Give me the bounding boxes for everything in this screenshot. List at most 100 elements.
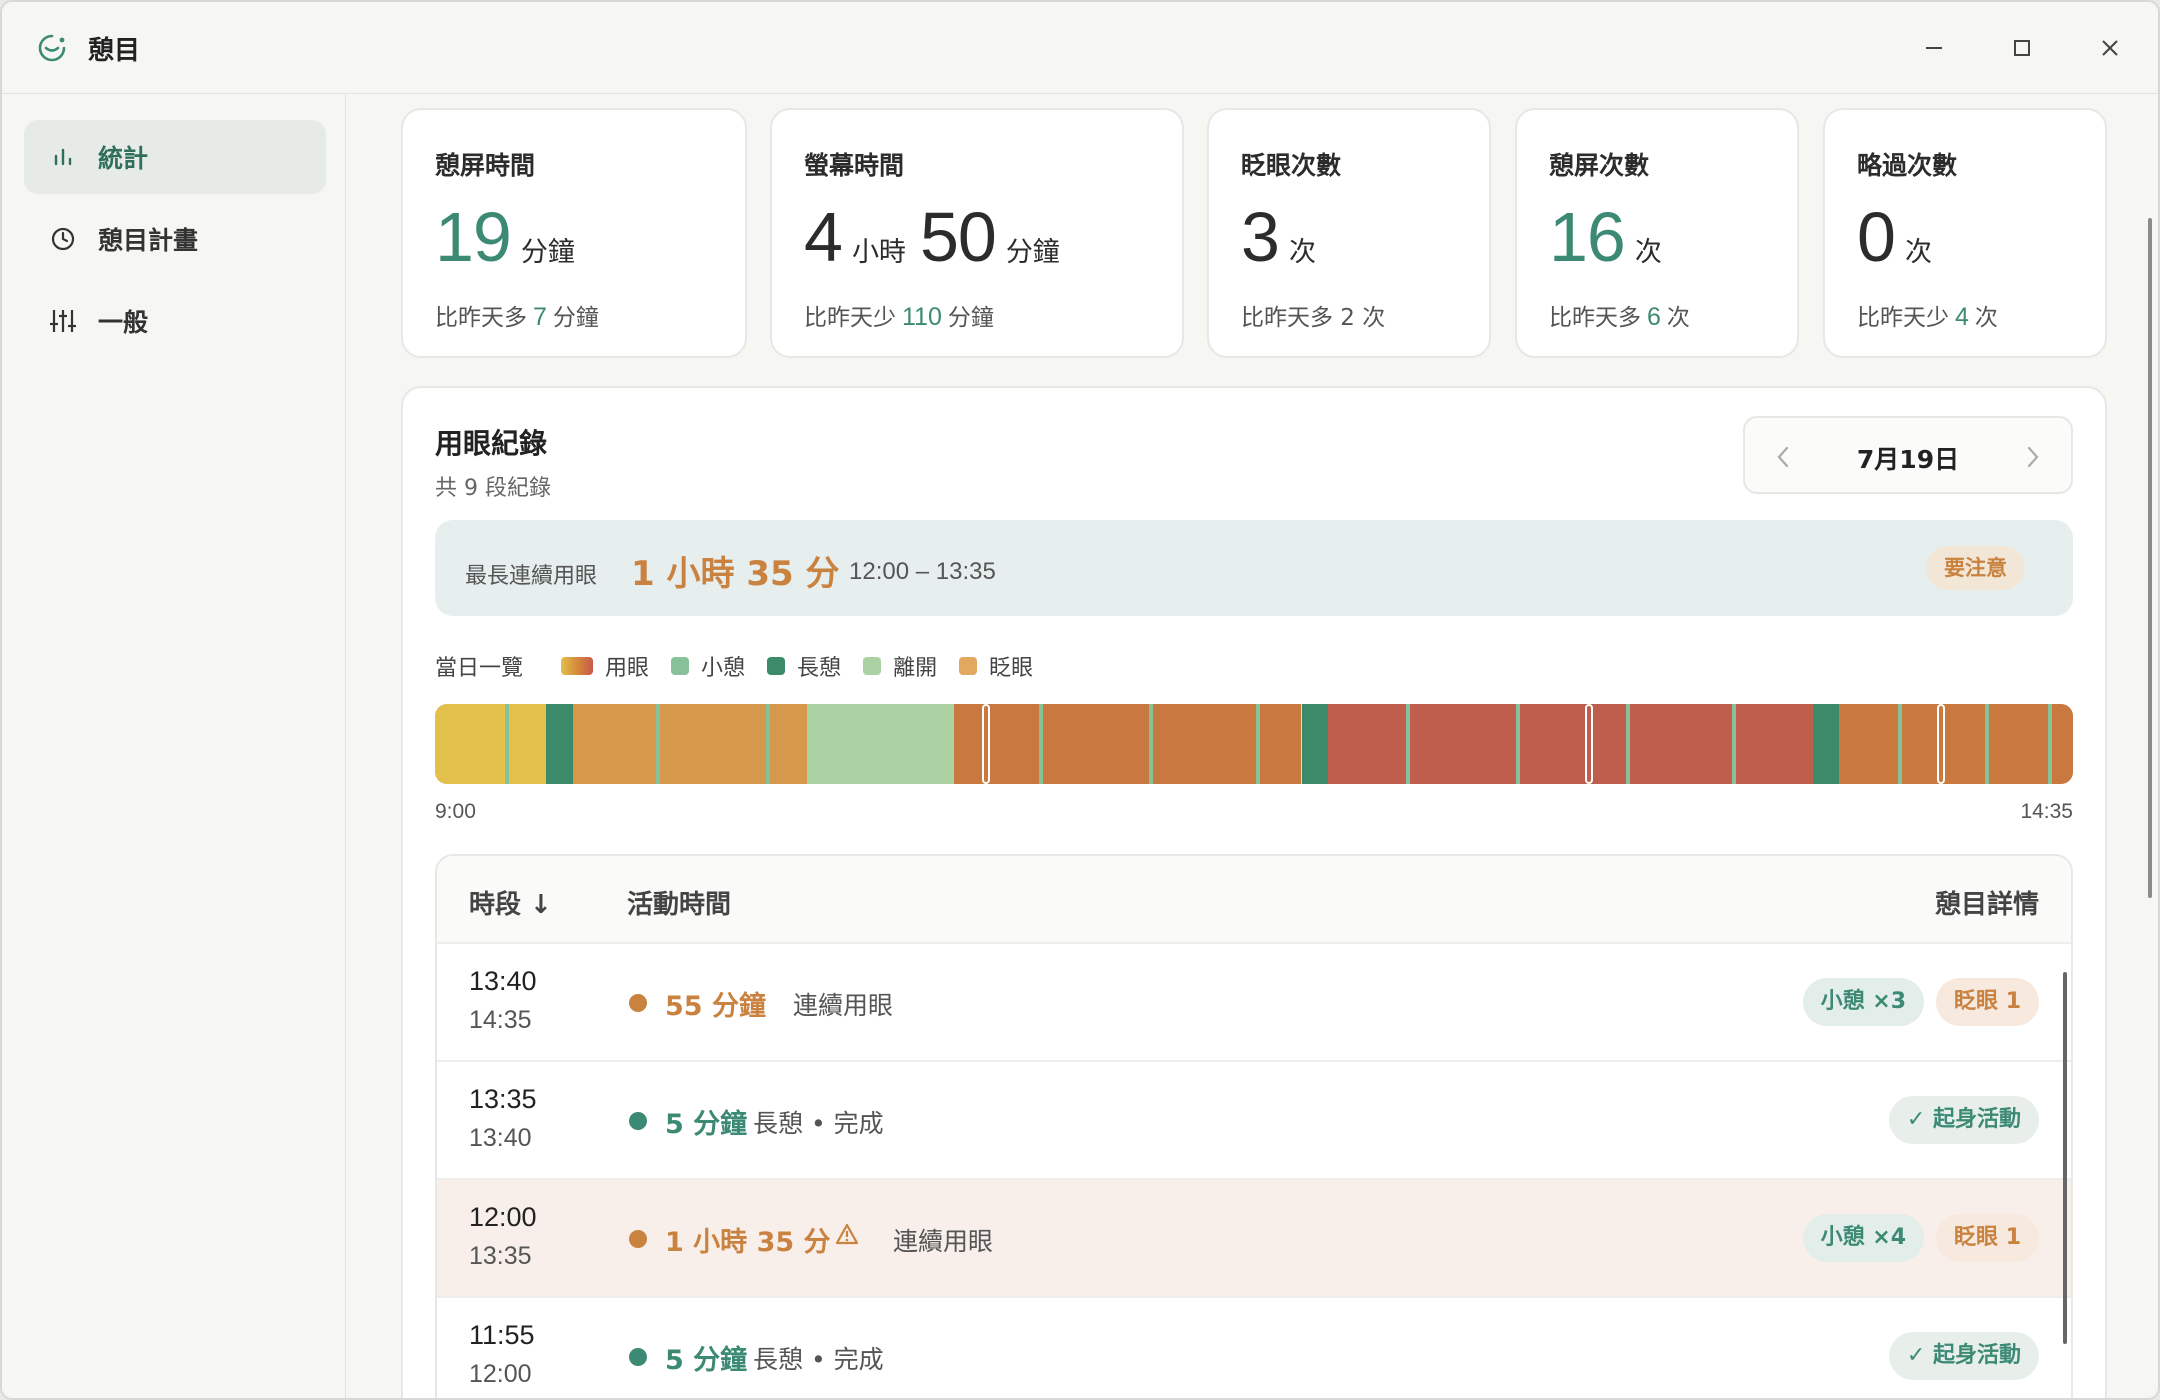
app-title: 憩目 <box>88 36 141 66</box>
timeline-short-rest <box>765 704 770 784</box>
timeline-short-rest <box>1255 704 1260 784</box>
stat-title: 眨眼次數 <box>1241 151 1342 180</box>
stat-value: 16 次 <box>1549 202 1676 272</box>
timeline-short-rest <box>1406 704 1411 784</box>
stat-number: 16 <box>1549 198 1626 276</box>
stat-unit: 次 <box>1634 237 1662 268</box>
title-bar: 憩目 <box>2 2 2158 94</box>
timeline-short-rest <box>1149 704 1154 784</box>
close-icon[interactable] <box>2086 24 2134 72</box>
legend-item-blink: 眨眼 <box>959 650 1033 682</box>
compare-unit: 分鐘 <box>947 305 994 331</box>
sidebar-item-label: 憩目計畫 <box>98 226 199 255</box>
table-row[interactable]: 13:35 13:40 5 分鐘 長憩 • 完成 ✓ 起身活動 <box>437 1062 2071 1180</box>
row-description: 長憩 • 完成 <box>753 1109 884 1138</box>
stat-number: 0 <box>1857 198 1896 276</box>
legend-label: 用眼 <box>605 656 650 681</box>
compare-unit: 分鐘 <box>552 305 599 331</box>
longest-value: 1 小時 35 分 <box>631 554 840 594</box>
sidebar-item-stats[interactable]: 統計 <box>24 120 326 194</box>
table-row[interactable]: 12:00 13:35 1 小時 35 分 連續用眼 小憩 ×4 眨眼 1 <box>437 1180 2071 1298</box>
stat-compare: 比昨天多 2 次 <box>1241 305 1386 331</box>
maximize-icon[interactable] <box>1998 24 2046 72</box>
main-content: 憩屏時間 19 分鐘 比昨天多 7 分鐘 螢幕時間 4 小時 50 分鐘 比昨天少 1… <box>347 94 2158 1398</box>
timeline-segment-long-rest <box>1812 704 1839 784</box>
row-end-time: 13:40 <box>469 1124 532 1152</box>
compare-prefix: 比昨天多 <box>1549 305 1641 331</box>
sidebar-item-plan[interactable]: 憩目計畫 <box>24 202 326 276</box>
column-header-activity: 活動時間 <box>627 890 732 920</box>
timeline-start-time: 9:00 <box>435 800 476 823</box>
legend-label: 眨眼 <box>989 656 1034 681</box>
date-navigator: 7月19日 <box>1743 416 2073 494</box>
table-row[interactable]: 13:40 14:35 55 分鐘 連續用眼 小憩 ×3 眨眼 1 <box>437 944 2071 1062</box>
row-start-time: 11:55 <box>469 1320 535 1350</box>
compare-value: 7 <box>533 303 547 331</box>
row-description: 連續用眼 <box>893 1227 994 1256</box>
stat-title: 憩屏時間 <box>435 151 536 180</box>
status-dot <box>629 1112 647 1130</box>
row-start-time: 12:00 <box>469 1202 537 1232</box>
compare-prefix: 比昨天少 <box>804 305 896 331</box>
main-scrollbar[interactable] <box>2148 218 2152 898</box>
warning-badge: 要注意 <box>1926 546 2025 590</box>
table-row[interactable]: 11:55 12:00 5 分鐘 長憩 • 完成 ✓ 起身活動 <box>437 1298 2071 1398</box>
record-subtitle: 共 9 段紀錄 <box>435 476 551 501</box>
timeline-segment-use <box>1327 704 1813 784</box>
timeline-short-rest <box>1516 704 1521 784</box>
stat-value: 3 次 <box>1241 202 1330 272</box>
longest-usage-banner: 最長連續用眼 1 小時 35 分 12:00 – 13:35 要注意 <box>435 520 2073 616</box>
stat-hours: 4 <box>804 198 843 276</box>
row-badges: 小憩 ×4 眨眼 1 <box>1802 1214 2039 1262</box>
legend-swatch <box>959 657 978 675</box>
record-title: 用眼紀錄 <box>435 427 548 460</box>
short-rest-badge: 小憩 ×4 <box>1802 1214 1925 1262</box>
sliders-icon <box>50 310 76 332</box>
legend-label: 小憩 <box>701 656 746 681</box>
table-scrollbar[interactable] <box>2063 972 2067 1344</box>
timeline-short-rest <box>2048 704 2053 784</box>
timeline-segment-use <box>1838 704 2073 784</box>
stat-card-blinks: 眨眼次數 3 次 比昨天多 2 次 <box>1207 108 1491 358</box>
stat-value: 4 小時 50 分鐘 <box>804 202 1074 272</box>
table-header: 時段 ↓ 活動時間 憩目詳情 <box>437 856 2071 944</box>
sidebar: 統計 憩目計畫 一般 <box>2 94 346 1398</box>
timeline-segment-use <box>435 704 547 784</box>
sidebar-item-general[interactable]: 一般 <box>24 284 326 358</box>
compare-prefix: 比昨天少 <box>1857 305 1949 331</box>
timeline-segment-long-rest <box>546 704 573 784</box>
stat-unit: 分鐘 <box>520 237 575 268</box>
daily-timeline[interactable] <box>435 704 2073 784</box>
row-start-time: 13:40 <box>469 966 537 996</box>
clock-icon <box>51 227 75 251</box>
timeline-segment-use <box>954 704 1302 784</box>
stat-compare: 比昨天少 110 分鐘 <box>804 298 994 332</box>
stat-card-rest-time: 憩屏時間 19 分鐘 比昨天多 7 分鐘 <box>401 108 747 358</box>
stat-compare: 比昨天多 7 分鐘 <box>435 298 599 332</box>
column-header-detail: 憩目詳情 <box>1934 890 2039 920</box>
column-header-period[interactable]: 時段 ↓ <box>469 884 552 921</box>
legend-item-short-rest: 小憩 <box>671 650 745 682</box>
chevron-right-icon[interactable] <box>2021 444 2043 470</box>
timeline-segment-away <box>806 704 955 784</box>
sessions-table: 時段 ↓ 活動時間 憩目詳情 13:40 14:35 55 分鐘 連續用眼 小憩… <box>435 854 2073 1398</box>
legend-swatch <box>671 657 690 675</box>
stat-value: 19 分鐘 <box>435 202 589 272</box>
compare-prefix: 比昨天多 <box>435 305 527 331</box>
compare-value: 110 <box>902 303 942 331</box>
stat-value: 0 次 <box>1857 202 1946 272</box>
timeline-short-rest <box>1984 704 1989 784</box>
sidebar-item-label: 統計 <box>98 144 149 173</box>
row-end-time: 14:35 <box>469 1006 532 1034</box>
row-badges: ✓ 起身活動 <box>1888 1096 2039 1144</box>
app-logo-icon <box>38 34 66 62</box>
minimize-icon[interactable] <box>1910 24 1958 72</box>
row-end-time: 13:35 <box>469 1242 532 1270</box>
short-rest-badge: 小憩 ×3 <box>1802 978 1925 1026</box>
timeline-short-rest <box>1732 704 1737 784</box>
legend-item-long-rest: 長憩 <box>767 650 841 682</box>
timeline-short-rest <box>1897 704 1902 784</box>
stat-compare: 比昨天少 4 次 <box>1857 298 1998 332</box>
compare-value: 4 <box>1955 303 1969 331</box>
timeline-end-time: 14:35 <box>2020 800 2073 823</box>
